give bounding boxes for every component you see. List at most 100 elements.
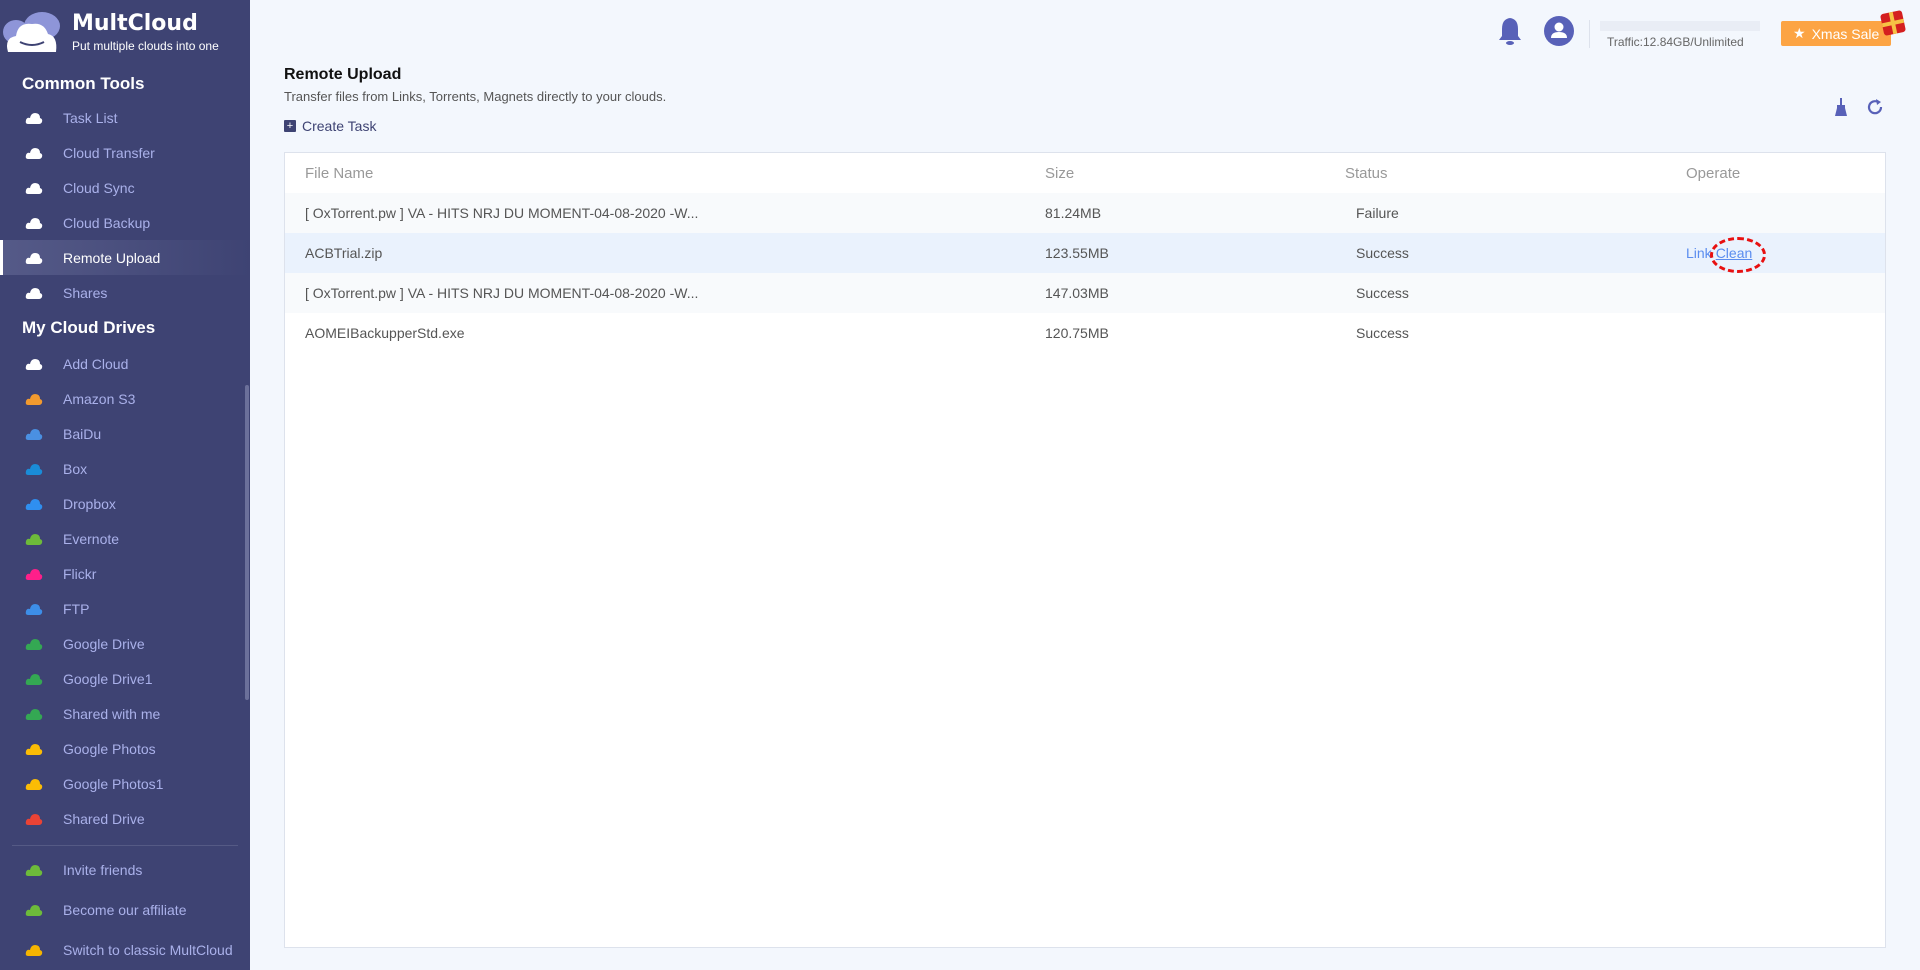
- sidebar-item-label: Google Photos: [63, 740, 156, 757]
- sidebar-item-label: Shares: [63, 284, 108, 301]
- page-subtitle: Transfer files from Links, Torrents, Mag…: [284, 89, 667, 104]
- sidebar-item-add-cloud[interactable]: Add Cloud: [0, 346, 250, 381]
- sidebar-item-google-drive[interactable]: Google Drive: [0, 626, 250, 661]
- traffic-text: Traffic:12.84GB/Unlimited: [1607, 35, 1744, 49]
- google-icon: [24, 810, 44, 828]
- sidebar-item-cloud-backup[interactable]: Cloud Backup: [0, 205, 250, 240]
- common-tools-heading: Common Tools: [22, 74, 145, 93]
- remote-upload-table: File Name Size Status Operate [ OxTorren…: [284, 152, 1886, 948]
- sidebar-item-baidu[interactable]: BaiDu: [0, 416, 250, 451]
- file-size: 120.75MB: [1045, 325, 1109, 341]
- google-photos-icon: [24, 775, 44, 793]
- sidebar-item-label: Switch to classic MultCloud: [63, 941, 233, 958]
- sidebar-item-google-drive1[interactable]: Google Drive1: [0, 661, 250, 696]
- logo[interactable]: MultCloud Put multiple clouds into one: [2, 8, 219, 58]
- sidebar-item-label: Become our affiliate: [63, 901, 187, 918]
- refresh-icon[interactable]: [1866, 98, 1884, 121]
- sidebar-item-amazon-s3[interactable]: Amazon S3: [0, 381, 250, 416]
- file-name: [ OxTorrent.pw ] VA - HITS NRJ DU MOMENT…: [305, 285, 699, 301]
- google-drive-icon: [24, 705, 44, 723]
- sidebar-item-box[interactable]: Box: [0, 451, 250, 486]
- my-cloud-drives-heading: My Cloud Drives: [22, 318, 156, 337]
- baidu-icon: [24, 425, 44, 443]
- sidebar: MultCloud Put multiple clouds into one C…: [0, 0, 250, 970]
- page-title: Remote Upload: [284, 66, 402, 83]
- sidebar-item-task-list[interactable]: Task List: [0, 100, 250, 135]
- file-size: 147.03MB: [1045, 285, 1109, 301]
- file-name: [ OxTorrent.pw ] VA - HITS NRJ DU MOMENT…: [305, 205, 699, 221]
- evernote-icon: [24, 530, 44, 548]
- plus-icon: +: [284, 120, 296, 132]
- trophy-icon: [24, 861, 44, 879]
- cloud-logo-icon: [3, 12, 60, 52]
- sidebar-item-label: Invite friends: [63, 861, 143, 878]
- file-size: 81.24MB: [1045, 205, 1102, 221]
- sidebar-item-evernote[interactable]: Evernote: [0, 521, 250, 556]
- sidebar-item-label: Add Cloud: [63, 355, 129, 372]
- sidebar-item-label: Google Drive1: [63, 670, 153, 687]
- bell-icon[interactable]: [1497, 16, 1523, 46]
- table-row[interactable]: [ OxTorrent.pw ] VA - HITS NRJ DU MOMENT…: [285, 273, 1885, 313]
- header-file-name: File Name: [305, 164, 374, 182]
- file-size: 123.55MB: [1045, 245, 1109, 261]
- sidebar-scrollbar[interactable]: [245, 385, 249, 700]
- share-icon: [24, 284, 44, 302]
- link-link[interactable]: Link: [1686, 245, 1712, 261]
- user-avatar-icon[interactable]: [1544, 16, 1574, 46]
- clean-link[interactable]: Clean: [1716, 245, 1753, 261]
- sidebar-item-label: Evernote: [63, 530, 120, 547]
- sidebar-item-flickr[interactable]: Flickr: [0, 556, 250, 591]
- star-icon: ★: [1793, 25, 1806, 41]
- table-row[interactable]: ACBTrial.zip 123.55MB Success Link Clean: [285, 233, 1885, 273]
- sidebar-item-switch-to-classic-multcloud[interactable]: Switch to classic MultCloud: [0, 932, 250, 967]
- brand-name: MultCloud: [72, 11, 198, 36]
- sidebar-item-label: FTP: [63, 600, 90, 617]
- header-status: Status: [1345, 164, 1388, 182]
- cloud-backup-icon: [24, 214, 44, 232]
- sidebar-item-label: Google Drive: [63, 635, 145, 652]
- ftp-icon: [24, 600, 44, 618]
- sidebar-item-shared-with-me[interactable]: Shared with me: [0, 696, 250, 731]
- flickr-icon: [24, 565, 44, 583]
- sidebar-item-dropbox[interactable]: Dropbox: [0, 486, 250, 521]
- brand-tagline: Put multiple clouds into one: [72, 39, 219, 53]
- create-task-button[interactable]: + Create Task: [284, 118, 376, 134]
- file-name: ACBTrial.zip: [305, 245, 383, 261]
- google-drive-icon: [24, 635, 44, 653]
- sidebar-item-remote-upload[interactable]: Remote Upload: [0, 240, 250, 275]
- dropbox-icon: [24, 495, 44, 513]
- sidebar-item-label: Cloud Transfer: [63, 144, 155, 161]
- sidebar-item-label: Flickr: [63, 565, 97, 582]
- table-row[interactable]: AOMEIBackupperStd.exe 120.75MB Success: [285, 313, 1885, 353]
- table-row[interactable]: [ OxTorrent.pw ] VA - HITS NRJ DU MOMENT…: [285, 193, 1885, 233]
- sidebar-item-label: Box: [63, 460, 88, 477]
- sidebar-item-label: Shared Drive: [63, 810, 145, 827]
- sidebar-item-label: Task List: [63, 109, 118, 126]
- xmas-sale-button[interactable]: ★ Xmas Sale: [1781, 21, 1891, 46]
- sidebar-item-shared-drive[interactable]: Shared Drive: [0, 801, 250, 836]
- switch-icon: [24, 941, 44, 959]
- table-header: File Name Size Status Operate: [285, 153, 1885, 193]
- google-photos-icon: [24, 740, 44, 758]
- sidebar-item-cloud-sync[interactable]: Cloud Sync: [0, 170, 250, 205]
- sale-label: Xmas Sale: [1811, 25, 1880, 42]
- sidebar-item-label: Cloud Backup: [63, 214, 151, 231]
- sidebar-item-cloud-transfer[interactable]: Cloud Transfer: [0, 135, 250, 170]
- google-drive-icon: [24, 670, 44, 688]
- sidebar-item-google-photos[interactable]: Google Photos: [0, 731, 250, 766]
- file-name: AOMEIBackupperStd.exe: [305, 325, 465, 341]
- sidebar-item-label: Amazon S3: [63, 390, 136, 407]
- cloud-upload-icon: [24, 249, 44, 267]
- sidebar-item-label: Remote Upload: [63, 249, 161, 266]
- sidebar-item-google-photos1[interactable]: Google Photos1: [0, 766, 250, 801]
- operate-actions: Link Clean: [1686, 245, 1756, 261]
- sidebar-item-label: Cloud Sync: [63, 179, 135, 196]
- sidebar-item-ftp[interactable]: FTP: [0, 591, 250, 626]
- sidebar-item-shares[interactable]: Shares: [0, 275, 250, 310]
- sidebar-item-label: Shared with me: [63, 705, 161, 722]
- amazon-s3-icon: [24, 390, 44, 408]
- sidebar-item-become-our-affiliate[interactable]: Become our affiliate: [0, 892, 250, 927]
- clean-broom-icon[interactable]: [1833, 98, 1849, 121]
- status: Success: [1356, 285, 1409, 301]
- sidebar-item-invite-friends[interactable]: Invite friends: [0, 852, 250, 887]
